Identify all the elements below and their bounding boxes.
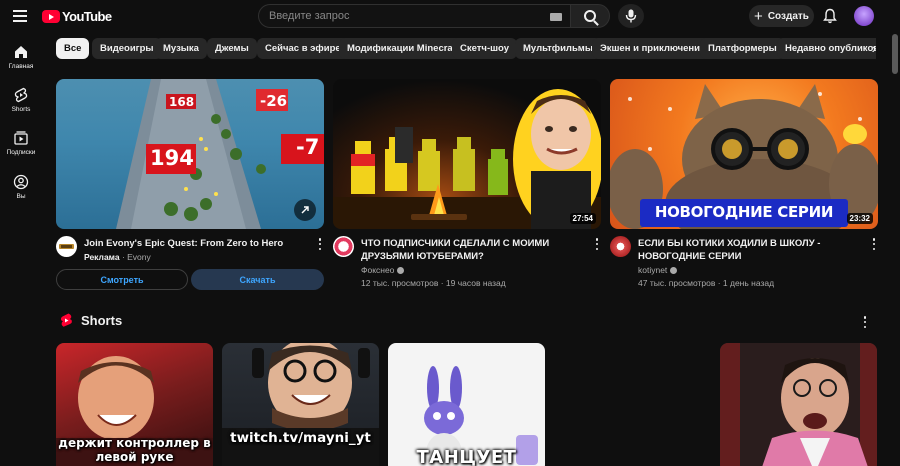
chip-sketch[interactable]: Скетч-шоу: [452, 38, 517, 59]
channel-name-line[interactable]: Фокснео: [361, 265, 405, 275]
video-duration: 23:32: [846, 213, 873, 224]
overlay-number: 168: [169, 95, 195, 109]
more-options-icon[interactable]: [863, 316, 867, 328]
category-chips: Все Видеоигры Музыка Джемы Сейчас в эфир…: [56, 38, 876, 59]
sidebar-item-label: Вы: [16, 193, 26, 200]
video-title[interactable]: ЧТО ПОДПИСЧИКИ СДЕЛАЛИ С МОИМИ ДРУЗЬЯМИ …: [361, 237, 583, 263]
chip-cartoons[interactable]: Мультфильмы: [515, 38, 601, 59]
channel-name-line[interactable]: kotiynet: [638, 265, 678, 275]
logo-text: YouTube: [62, 9, 112, 24]
search-icon: [584, 10, 596, 22]
video-title[interactable]: Join Evony's Epic Quest: From Zero to He…: [84, 237, 306, 250]
more-options-icon[interactable]: [318, 238, 322, 250]
keyboard-icon[interactable]: [550, 13, 562, 21]
video-title[interactable]: ЕСЛИ БЫ КОТИКИ ХОДИЛИ В ШКОЛУ - НОВОГОДН…: [638, 237, 860, 263]
video-stats: 12 тыс. просмотров · 19 часов назад: [361, 278, 506, 288]
sidebar-item-label: Главная: [8, 63, 34, 70]
roblox-campfire-illustration: [333, 89, 601, 229]
overlay-number: -7: [296, 135, 320, 159]
channel-name[interactable]: kotiynet: [638, 265, 667, 275]
sidebar-item-subscriptions[interactable]: Подписки: [0, 130, 42, 156]
channel-avatar[interactable]: [56, 236, 77, 257]
short-caption: держит контроллер в левой руке: [58, 436, 211, 464]
chip-minecraft-mods[interactable]: Модификации Minecraft: [339, 38, 468, 59]
ad-info-line: Реклама · Evony: [84, 252, 151, 262]
more-options-icon[interactable]: [872, 238, 876, 250]
separator: ·: [119, 252, 128, 262]
advertiser-name: Evony: [127, 252, 151, 262]
thumbnail-banner: НОВОГОДНИЕ СЕРИИ: [654, 203, 834, 221]
you-icon: [13, 174, 29, 190]
verified-icon: [397, 267, 405, 275]
short-caption: ТАНЦУЕТ: [416, 447, 517, 466]
search-bar: [258, 4, 610, 28]
search-button[interactable]: [570, 4, 610, 28]
youtube-play-icon: [42, 10, 60, 23]
voice-search-button[interactable]: [618, 4, 644, 28]
video-card[interactable]: НОВОГОДНИЕ СЕРИИ 23:32 ЕСЛИ БЫ КОТИКИ ХО…: [610, 79, 878, 288]
shorts-icon: [14, 87, 28, 103]
chip-platformers[interactable]: Платформеры: [700, 38, 785, 59]
channel-avatar[interactable]: [333, 236, 354, 257]
youtube-logo[interactable]: YouTube: [42, 9, 112, 24]
overlay-number: 194: [150, 146, 194, 170]
short-caption: twitch.tv/mayni_yt: [230, 430, 371, 446]
video-stats: 47 тыс. просмотров · 1 день назад: [638, 278, 775, 288]
menu-icon[interactable]: [13, 10, 27, 22]
channel-avatar[interactable]: [610, 236, 631, 257]
video-duration: 27:54: [569, 213, 596, 224]
chip-videogames[interactable]: Видеоигры: [92, 38, 162, 59]
home-icon: [15, 46, 27, 58]
search-box: [258, 4, 570, 28]
plus-icon: +: [754, 7, 763, 25]
subscriptions-icon: [14, 131, 28, 145]
search-input[interactable]: [269, 10, 539, 22]
short-thumbnail: [720, 343, 877, 466]
short-card[interactable]: ТАНЦУЕТ: [388, 343, 545, 466]
top-bar: YouTube + Создать: [0, 0, 900, 34]
chip-music[interactable]: Музыка: [155, 38, 207, 59]
shorts-title: Shorts: [81, 313, 123, 328]
download-button[interactable]: Скачать: [191, 269, 324, 290]
short-card[interactable]: [720, 343, 877, 466]
short-card[interactable]: twitch.tv/mayni_yt: [222, 343, 379, 466]
chip-all[interactable]: Все: [56, 38, 90, 59]
verified-icon: [670, 267, 678, 275]
ad-label: Реклама: [84, 252, 120, 262]
account-avatar[interactable]: [854, 6, 874, 26]
chevron-right-icon[interactable]: ›: [866, 40, 882, 56]
chip-action-adventure[interactable]: Экшен и приключения: [592, 38, 714, 59]
create-button[interactable]: + Создать: [749, 5, 814, 27]
sidebar-item-home[interactable]: Главная: [0, 44, 42, 70]
sidebar-item-you[interactable]: Вы: [0, 174, 42, 200]
microphone-icon: [625, 9, 637, 23]
video-thumbnail[interactable]: 168 -26 194 -7: [56, 79, 324, 229]
create-label: Создать: [767, 10, 809, 22]
video-card[interactable]: 27:54 ЧТО ПОДПИСЧИКИ СДЕЛАЛИ С МОИМИ ДРУ…: [333, 79, 601, 288]
video-thumbnail[interactable]: НОВОГОДНИЕ СЕРИИ 23:32: [610, 79, 878, 229]
more-options-icon[interactable]: [595, 238, 599, 250]
sidebar-item-label: Подписки: [6, 149, 36, 156]
chip-recently-uploaded[interactable]: Недавно опубликованные: [777, 38, 876, 59]
video-thumbnail[interactable]: 27:54: [333, 79, 601, 229]
short-thumbnail: [222, 343, 379, 466]
chip-live[interactable]: Сейчас в эфире: [257, 38, 349, 59]
channel-name[interactable]: Фокснео: [361, 265, 394, 275]
sidebar-item-label: Shorts: [11, 106, 31, 113]
notifications-bell-icon[interactable]: [822, 8, 838, 24]
shorts-logo-icon: [60, 313, 72, 327]
shorts-section-header: Shorts: [60, 313, 122, 328]
video-card-ad[interactable]: 168 -26 194 -7 Join Evony's Epic Quest: …: [56, 79, 324, 290]
sidebar-item-shorts[interactable]: Shorts: [0, 87, 42, 113]
short-card[interactable]: держит контроллер в левой руке: [56, 343, 213, 466]
watch-button[interactable]: Смотреть: [56, 269, 188, 290]
external-link-icon[interactable]: [294, 199, 316, 221]
overlay-number: -26: [260, 92, 288, 110]
chip-jams[interactable]: Джемы: [207, 38, 257, 59]
page-scrollbar[interactable]: [892, 34, 898, 74]
